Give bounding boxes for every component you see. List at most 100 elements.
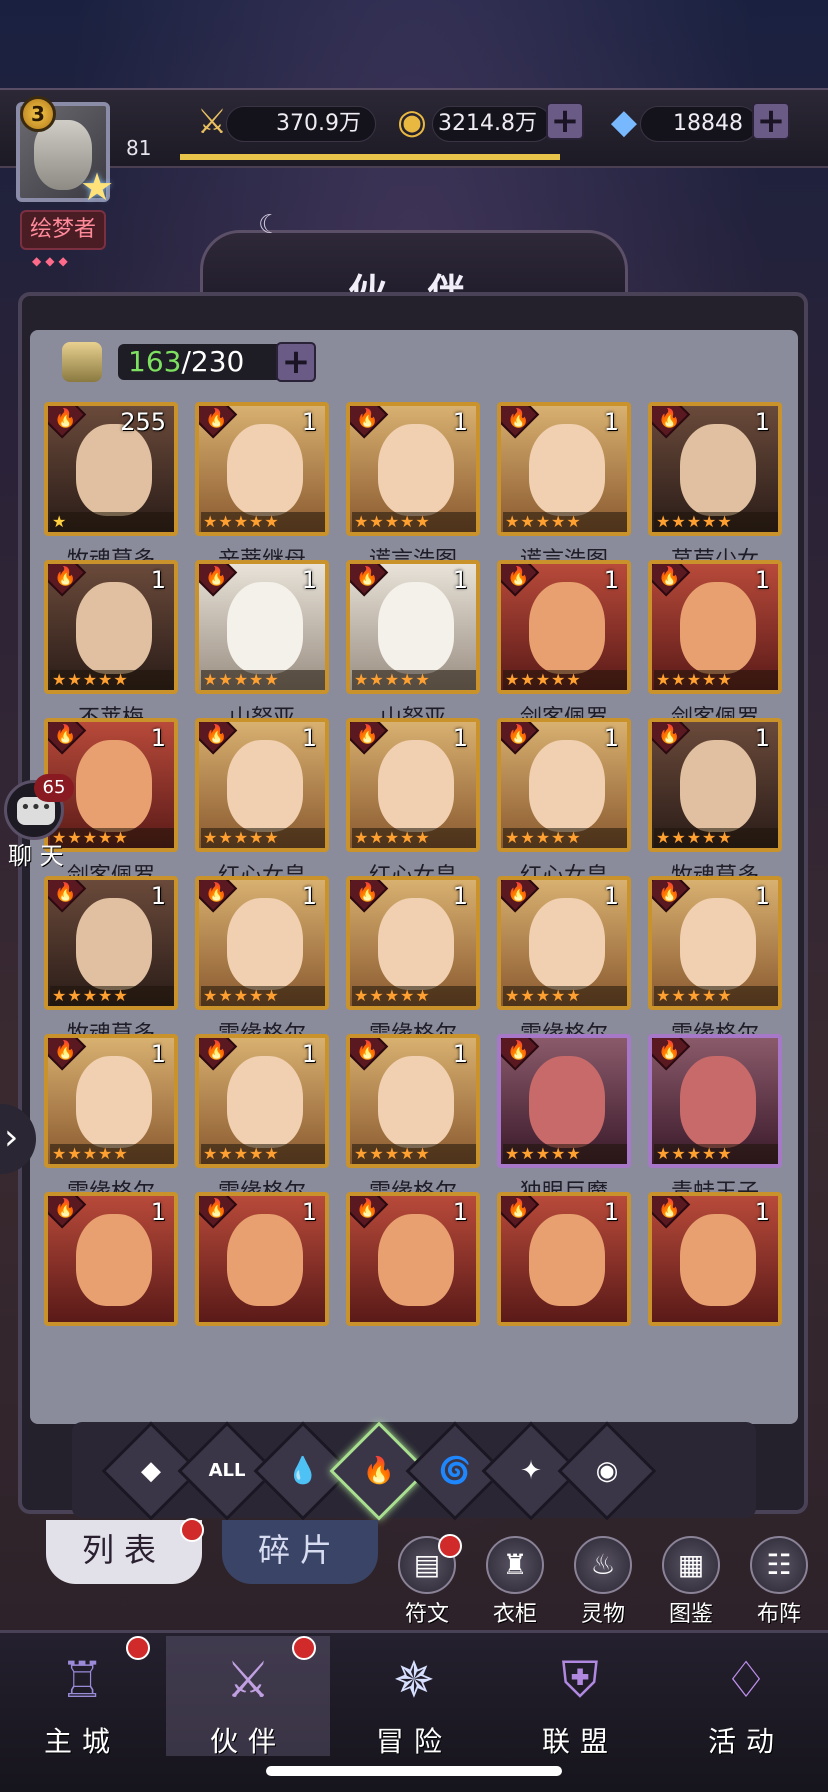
partner-count: 1 (150, 1040, 166, 1068)
wardrobe-button[interactable]: ♜ 衣柜 (474, 1536, 556, 1627)
partner-count: 1 (150, 724, 166, 752)
partner-portrait: 🔥 1 ★★★★★ (195, 718, 329, 852)
player-title-badge[interactable]: 绘梦者 (20, 210, 106, 250)
partner-face (378, 1214, 454, 1306)
side-action-label: 布阵 (756, 1602, 801, 1627)
moon-icon: ☾ (258, 210, 282, 240)
partner-face (378, 898, 454, 990)
partner-card[interactable]: 🔥1★★★★★雪缘格尔 (44, 1034, 178, 1205)
partner-portrait: 🔥 1 (648, 1192, 782, 1326)
partner-card[interactable]: 🔥1★★★★★牧魂莫多 (648, 718, 782, 889)
partner-card[interactable]: 🔥 1 (44, 1192, 178, 1362)
fire-icon: 🔥 (356, 1198, 379, 1219)
partner-count: 1 (301, 566, 317, 594)
partner-card[interactable]: 🔥 1 (346, 1192, 480, 1362)
events-icon: ♢ (723, 1651, 769, 1709)
partner-card[interactable]: 🔥1★★★★★山努亚 (195, 560, 329, 731)
expand-roster-button[interactable]: + (276, 342, 316, 382)
star-rating: ★★★★★ (503, 1144, 627, 1164)
partner-card[interactable]: 🔥1★★★★★山努亚 (346, 560, 480, 731)
partner-card[interactable]: 🔥1★★★★★红心女皇 (497, 718, 631, 889)
partner-card[interactable]: 🔥1★★★★★剑客佩罗 (44, 718, 178, 889)
star-rating: ★★★★★ (352, 986, 476, 1006)
nav-adventure[interactable]: ✵ 冒险 (332, 1636, 496, 1758)
partner-card[interactable]: 🔥 1 (497, 1192, 631, 1362)
partner-card[interactable]: 🔥1★★★★★谎言浩图 (346, 402, 480, 573)
partner-portrait: 🔥 1 ★★★★★ (497, 876, 631, 1010)
partner-card[interactable]: 🔥★★★★★青蛙王子 (648, 1034, 782, 1205)
partner-face (529, 1056, 605, 1148)
partner-card[interactable]: 🔥1★★★★★红心女皇 (195, 718, 329, 889)
partner-card[interactable]: 🔥1★★★★★谎言浩图 (497, 402, 631, 573)
partner-card[interactable]: 🔥1★★★★★雪缘格尔 (648, 876, 782, 1047)
fire-icon: 🔥 (507, 566, 530, 587)
spirit-button[interactable]: ♨ 灵物 (562, 1536, 644, 1627)
nav-events[interactable]: ♢ 活动 (664, 1636, 828, 1758)
fire-icon: 🔥 (658, 724, 681, 745)
add-diamond-button[interactable]: + (752, 102, 790, 140)
side-action-label: 符文 (404, 1602, 449, 1627)
fire-icon: 🔥 (658, 1040, 681, 1061)
partner-card[interactable]: 🔥1★★★★★红心女皇 (346, 718, 480, 889)
partner-card[interactable]: 🔥 1 (195, 1192, 329, 1362)
partner-portrait: 🔥 1 ★★★★★ (648, 876, 782, 1010)
partner-card[interactable]: 🔥1★★★★★莴苣少女 (648, 402, 782, 573)
roster-current: 163 (128, 345, 182, 378)
partner-count: 1 (452, 882, 468, 910)
partner-count: 1 (603, 566, 619, 594)
fire-icon: 🔥 (205, 1198, 228, 1219)
star-rating: ★★★★★ (352, 1144, 476, 1164)
home-indicator[interactable] (266, 1766, 562, 1776)
partner-portrait: 🔥 1 ★★★★★ (648, 402, 782, 536)
partner-card[interactable]: 🔥 1 (648, 1192, 782, 1362)
codex-icon: ▦ (662, 1536, 720, 1594)
filter-icon: 🌀 (438, 1456, 472, 1486)
partner-card[interactable]: 🔥255★牧魂莫多 (44, 402, 178, 573)
fire-icon: 🔥 (658, 882, 681, 903)
partner-face (680, 424, 756, 516)
star-rating: ★ (50, 512, 174, 532)
partner-card[interactable]: 🔥1★★★★★雪缘格尔 (195, 876, 329, 1047)
nav-label: 联盟 (541, 1725, 618, 1758)
fire-icon: 🔥 (205, 408, 228, 429)
fire-icon: 🔥 (507, 724, 530, 745)
partner-card[interactable]: 🔥1★★★★★雪缘格尔 (346, 1034, 480, 1205)
nav-alliance[interactable]: ⛨ 联盟 (498, 1636, 662, 1758)
partner-card[interactable]: 🔥1★★★★★剑客佩罗 (648, 560, 782, 731)
partner-portrait: 🔥 1 ★★★★★ (44, 560, 178, 694)
fire-icon: 🔥 (54, 724, 77, 745)
partner-count: 1 (301, 408, 317, 436)
partner-portrait: 🔥 1 (195, 1192, 329, 1326)
partner-face (529, 898, 605, 990)
notification-dot (180, 1518, 204, 1542)
partner-face (76, 1056, 152, 1148)
partner-card[interactable]: 🔥1★★★★★雪缘格尔 (195, 1034, 329, 1205)
codex-button[interactable]: ▦ 图鉴 (650, 1536, 732, 1627)
partner-face (680, 582, 756, 674)
spirit-icon: ♨ (574, 1536, 632, 1594)
partner-count: 1 (301, 882, 317, 910)
fire-icon: 🔥 (205, 724, 228, 745)
fire-icon: 🔥 (658, 566, 681, 587)
star-rating: ★★★★★ (503, 512, 627, 532)
formation-button[interactable]: ☷ 布阵 (738, 1536, 820, 1627)
partner-card[interactable]: 🔥1★★★★★牧魂莫多 (44, 876, 178, 1047)
partner-card[interactable]: 🔥1★★★★★不莱梅 (44, 560, 178, 731)
formation-icon: ☷ (750, 1536, 808, 1594)
partner-card[interactable]: 🔥1★★★★★辛蒂继母 (195, 402, 329, 573)
fire-icon: 🔥 (54, 566, 77, 587)
partner-count: 1 (150, 1198, 166, 1226)
star-rating: ★★★★★ (654, 828, 778, 848)
partner-card[interactable]: 🔥1★★★★★剑客佩罗 (497, 560, 631, 731)
add-gold-button[interactable]: + (546, 102, 584, 140)
star-rating: ★★★★★ (352, 512, 476, 532)
partner-card[interactable]: 🔥★★★★★独眼巨魔 (497, 1034, 631, 1205)
partner-card[interactable]: 🔥1★★★★★雪缘格尔 (497, 876, 631, 1047)
tab-fragments[interactable]: 碎片 (222, 1520, 378, 1584)
partner-face (76, 898, 152, 990)
partner-card[interactable]: 🔥1★★★★★雪缘格尔 (346, 876, 480, 1047)
tab-list[interactable]: 列表 (46, 1520, 202, 1584)
star-rating: ★★★★★ (50, 828, 174, 848)
star-rating: ★★★★★ (201, 512, 325, 532)
filter-icon: ✦ (520, 1456, 542, 1486)
